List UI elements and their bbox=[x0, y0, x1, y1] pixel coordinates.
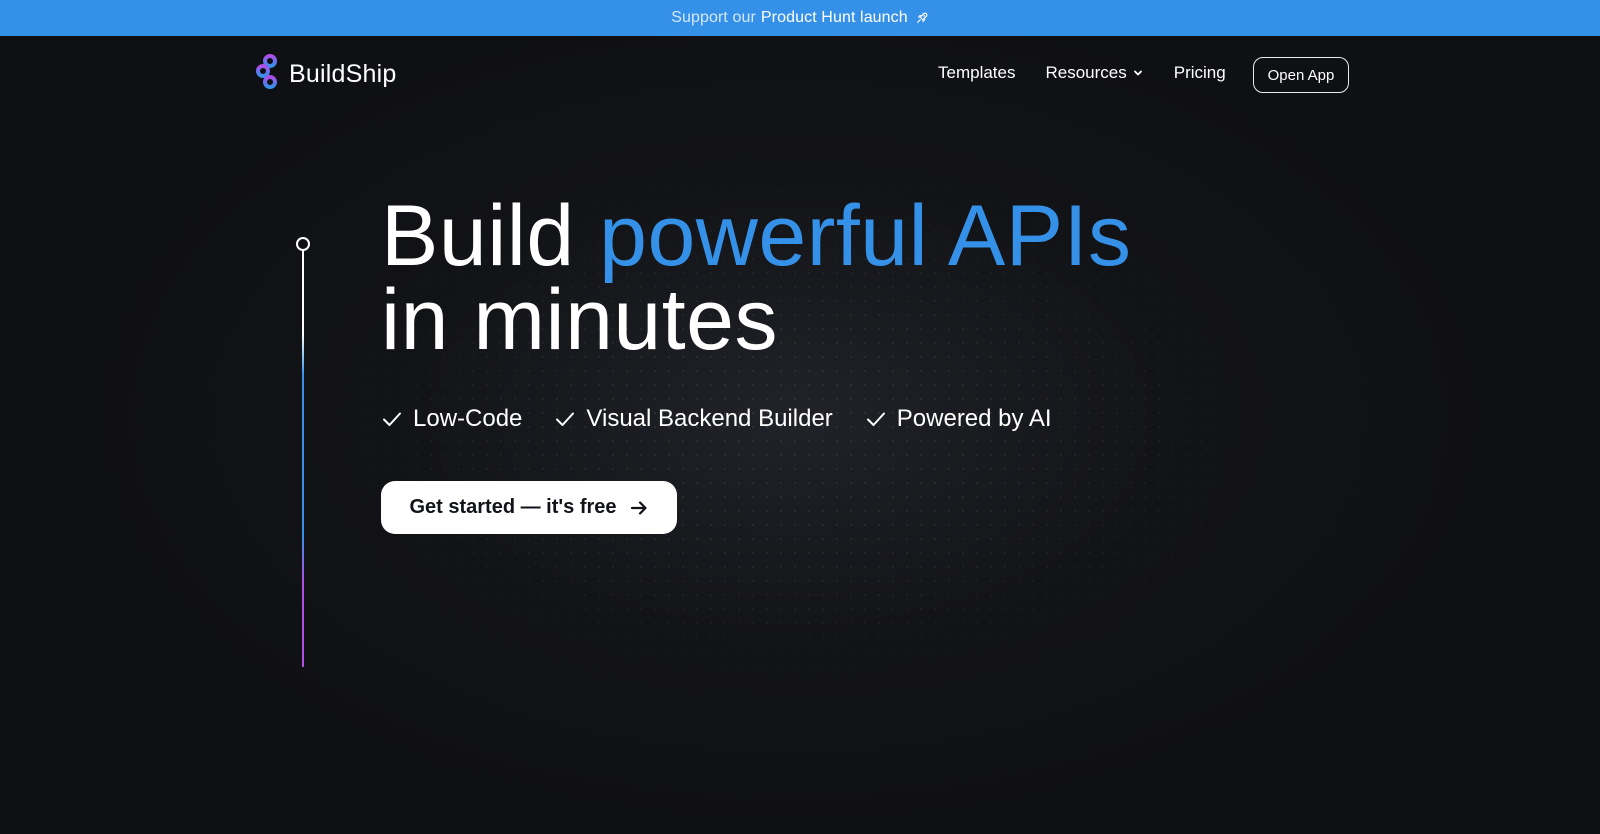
feature-item: Low-Code bbox=[381, 405, 522, 433]
feature-label: Visual Backend Builder bbox=[586, 405, 833, 432]
get-started-button[interactable]: Get started — it's free bbox=[381, 481, 677, 534]
feature-label: Powered by AI bbox=[896, 405, 1052, 432]
timeline-decoration bbox=[295, 237, 311, 667]
logo-text: BuildShip bbox=[289, 59, 397, 88]
logo[interactable]: BuildShip bbox=[255, 53, 397, 95]
buildship-logo-icon bbox=[255, 53, 281, 95]
arrow-right-icon bbox=[630, 500, 647, 515]
nav-links: Templates Resources Pricing bbox=[938, 62, 1226, 84]
navbar: BuildShip Templates Resources Pricing Op… bbox=[0, 36, 1600, 112]
feature-item: Powered by AI bbox=[865, 405, 1052, 433]
nav-pricing-label: Pricing bbox=[1173, 63, 1226, 82]
hero-title: Build powerful APIs in minutes bbox=[381, 193, 1131, 368]
nav-resources[interactable]: Resources bbox=[1045, 63, 1143, 83]
check-icon bbox=[383, 412, 401, 426]
chevron-down-icon bbox=[1133, 70, 1142, 76]
check-icon bbox=[866, 412, 885, 426]
hero-page: BuildShip Templates Resources Pricing Op… bbox=[0, 36, 1600, 834]
check-icon bbox=[556, 412, 575, 426]
announcement-banner: Support our Product Hunt launch bbox=[0, 0, 1600, 36]
hero-title-word: Build bbox=[381, 188, 575, 284]
banner-link[interactable]: Product Hunt launch bbox=[761, 9, 908, 27]
nav-templates[interactable]: Templates bbox=[938, 63, 1015, 83]
nav-templates-label: Templates bbox=[938, 63, 1016, 82]
feature-label: Low-Code bbox=[413, 405, 523, 432]
nav-resources-label: Resources bbox=[1045, 63, 1127, 82]
rocket-icon bbox=[915, 11, 929, 25]
nav-pricing[interactable]: Pricing bbox=[1174, 63, 1226, 83]
get-started-label: Get started — it's free bbox=[409, 496, 617, 518]
banner-prefix: Support our bbox=[671, 9, 756, 26]
hero-title-accent: powerful APIs bbox=[599, 188, 1132, 284]
feature-item: Visual Backend Builder bbox=[554, 405, 833, 433]
hero-title-line2: in minutes bbox=[381, 272, 778, 368]
feature-list: Low-Code Visual Backend Builder Powered … bbox=[381, 402, 1052, 436]
open-app-button[interactable]: Open App bbox=[1253, 57, 1349, 93]
